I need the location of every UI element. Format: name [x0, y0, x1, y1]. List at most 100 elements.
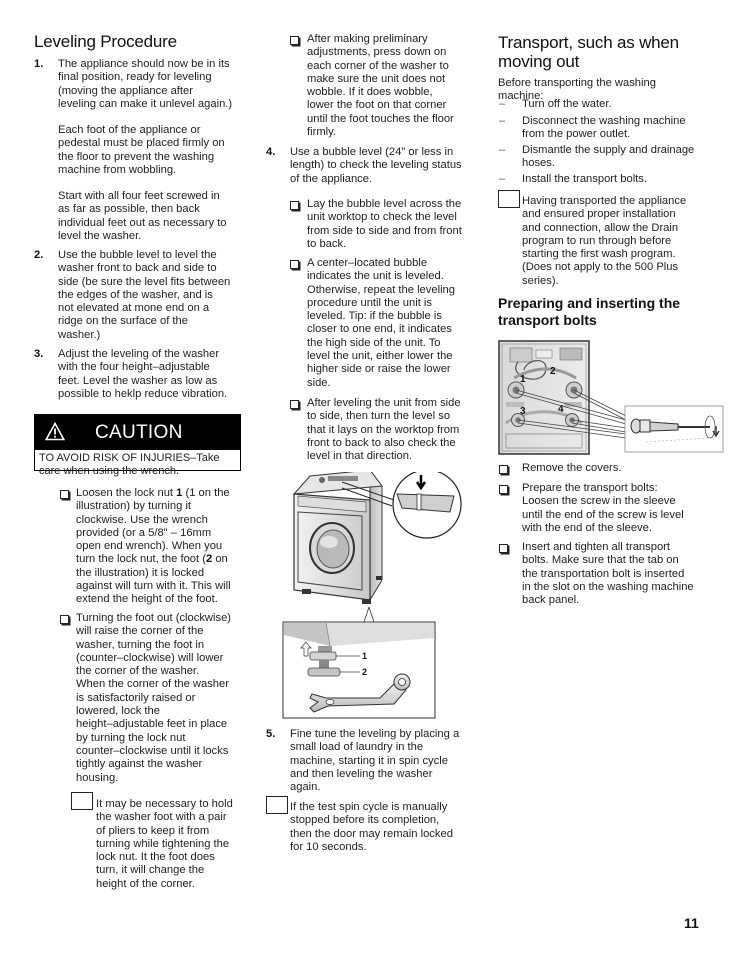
text-line: transport bolts	[498, 312, 597, 328]
text-line: (Does not apply to the 500 Plus	[522, 261, 679, 274]
text-line: turn, it will change the	[96, 864, 205, 877]
text-line: against will turn with it. This will	[76, 580, 231, 593]
text-line: the corner of the washer.	[76, 665, 200, 678]
text-span: on	[212, 553, 228, 566]
step-number: 3.	[34, 348, 44, 360]
transport-bolts-subheading: Preparing and inserting the transport bol…	[498, 295, 713, 329]
text-line: lower the foot on that corner	[307, 99, 447, 112]
text-line: Install the transport bolts.	[522, 173, 647, 185]
text-line: starting the first wash program.	[522, 248, 676, 261]
text-line: that it lays on the worktop from	[307, 423, 460, 436]
text-line: program to run through before	[522, 234, 672, 247]
step-1-paragraph-2: Each foot of the appliance or pedestal mu…	[58, 124, 268, 177]
text-line: Preparing and inserting the	[498, 295, 681, 311]
step-3-text: Adjust the leveling of the washer with th…	[58, 348, 268, 401]
text-line: Each foot of the appliance or	[58, 124, 201, 136]
text-line: not elevated at mone end on a	[58, 302, 210, 315]
note-pliers: It may be necessary to hold the washer fo…	[96, 798, 271, 891]
text-line: is satisfactorily raised or	[76, 691, 196, 704]
note-box-icon	[266, 796, 288, 814]
bullet-after-leveling: After leveling the unit from side to side…	[307, 397, 482, 463]
text-line: washer front to back and side to	[58, 262, 217, 275]
text-line: counter–clockwise until it locks	[76, 744, 229, 757]
text-line: tightly against the washer	[76, 758, 203, 771]
text-line: TO AVOID RISK OF INJURIES–Take	[39, 452, 220, 464]
text-line: illustration) by turning it	[76, 500, 192, 513]
text-line: care when using the wrench.	[39, 464, 180, 477]
text-lines: the illustration) it is locked against wi…	[76, 567, 271, 607]
transport-bolts-illustration: 1 2 3 4	[498, 340, 724, 455]
text-line: Use a bubble level (24" or less in	[290, 146, 454, 158]
text-line: height of the corner.	[96, 877, 195, 890]
note-drain-program: Having transported the appliance and ensu…	[522, 195, 712, 288]
text-line: Dismantle the supply and drainage	[522, 144, 695, 156]
text-line: to back.	[307, 237, 347, 250]
transport-bolt-step: Remove the covers.	[522, 462, 717, 475]
text-line: (moving the appliance after	[58, 84, 193, 97]
text-line: until the foot touches the floor	[307, 112, 454, 125]
caution-label: CAUTION	[95, 422, 183, 443]
text-line: lowered, lock the	[76, 705, 160, 718]
text-line: Transport, such as when	[498, 33, 679, 52]
warning-triangle-icon	[45, 422, 65, 441]
text-line: Adjust the leveling of the washer	[58, 348, 220, 360]
text-line: each corner of the washer to	[307, 59, 449, 72]
foot-label-2: 2	[362, 667, 367, 677]
text-line: leveled. Tip: if the bubble is	[307, 310, 442, 323]
text-line: provided (or a 5/8" – 16mm	[76, 526, 212, 539]
text-line: and ensured proper installation	[522, 208, 676, 221]
note-box-icon	[498, 190, 520, 208]
dash-bullet-icon: –	[499, 144, 506, 156]
text-line: closer to one end, it indicates	[307, 323, 452, 336]
caution-header: CAUTION	[35, 415, 240, 450]
text-line: then the door may remain locked	[290, 827, 453, 840]
dash-bullet-icon: –	[499, 115, 506, 127]
bolt-label-3: 3	[520, 406, 526, 417]
text-line: series).	[522, 274, 559, 287]
text-line: again.	[290, 781, 321, 794]
text-line: of the appliance.	[290, 172, 373, 185]
text-line: level in that direction.	[307, 450, 413, 463]
text-line: washer.)	[58, 328, 101, 341]
text-line: (counter–clockwise) will lower	[76, 651, 224, 664]
text-span: Loosen the lock nut	[76, 487, 177, 499]
text-line: Loosen the screw in the sleeve	[522, 495, 676, 508]
text-line: individual feet out as necessary to	[58, 216, 227, 229]
foot-detail-box: 1 2	[282, 621, 436, 719]
text-line: side.	[307, 376, 331, 389]
text-line: the edges of the washer, and is	[58, 288, 213, 301]
text-line: with the four height–adjustable	[58, 361, 210, 374]
text-line: make sure the unit does not	[307, 72, 446, 85]
text-line: feet. Level the washer as low as	[58, 374, 218, 387]
text-line: final position, ready for leveling	[58, 71, 212, 84]
transport-bolt-step: Prepare the transport bolts: Loosen the s…	[522, 482, 717, 535]
text-line: for 10 seconds.	[290, 840, 367, 853]
text-span: turn the lock nut, the foot (	[76, 553, 206, 566]
checkbox-bullet-icon	[290, 260, 299, 269]
text-span: (1 on the	[182, 487, 230, 499]
text-line: lock nut. It the foot does	[96, 851, 215, 864]
transport-checklist-item: Dismantle the supply and drainage hoses.	[522, 144, 712, 171]
text-line: Turn off the water.	[522, 98, 612, 110]
step-number: 5.	[266, 728, 276, 740]
note-box-icon	[71, 792, 93, 810]
text-line: and then leveling the washer	[290, 767, 433, 780]
checkbox-bullet-icon	[499, 465, 508, 474]
text-line: open end wrench). When you	[76, 540, 223, 553]
text-line: housing.	[76, 771, 119, 784]
text-line: stopped before its completion,	[290, 814, 440, 827]
dash-bullet-icon: –	[499, 173, 506, 185]
text-line: Use the bubble level to level the	[58, 249, 217, 261]
text-line: Turning the foot out (clockwise)	[76, 612, 232, 624]
caution-message: TO AVOID RISK OF INJURIES–Take care when …	[35, 450, 240, 479]
foot-label-1: 1	[362, 651, 367, 661]
step-1-paragraph-3: Start with all four feet screwed in as fa…	[58, 190, 268, 243]
checkbox-bullet-icon	[499, 485, 508, 494]
text-line: height–adjustable feet in place	[76, 718, 228, 731]
text-lines: illustration) by turning it clockwise. Us…	[76, 500, 271, 553]
checkbox-bullet-icon	[290, 36, 299, 45]
text-line: clockwise. Use the wrench	[76, 513, 208, 526]
text-line: Lay the bubble level across the	[307, 198, 462, 210]
bolt-label-1: 1	[520, 374, 526, 385]
text-line: front to back to also check the	[307, 436, 456, 449]
